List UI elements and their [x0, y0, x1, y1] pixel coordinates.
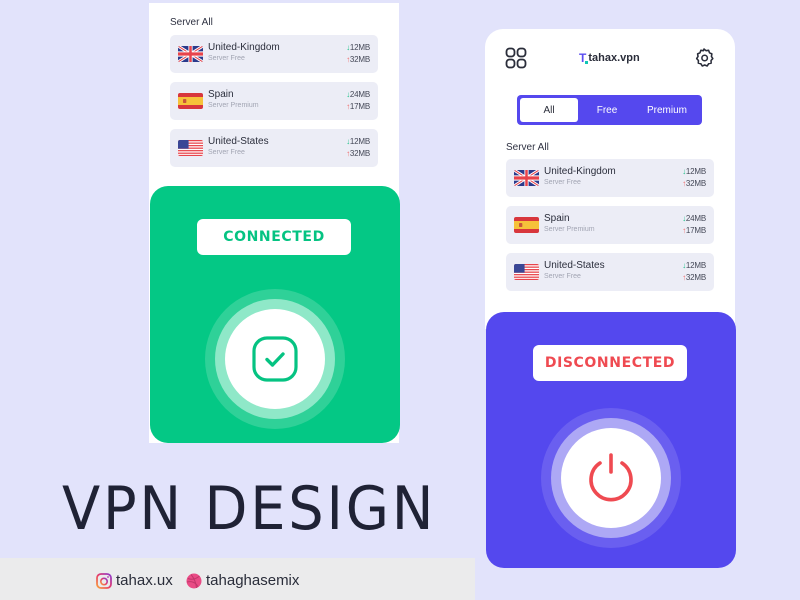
- instagram-link[interactable]: tahax.ux: [96, 572, 173, 589]
- tab-all[interactable]: All: [520, 98, 578, 122]
- download-value: 12MB: [685, 167, 706, 176]
- download-speed: ↓24MB: [346, 90, 370, 99]
- upload-value: 32MB: [349, 149, 370, 158]
- us-flag-icon: [178, 140, 203, 156]
- download-value: 24MB: [685, 214, 706, 223]
- section-title: Server All: [170, 17, 213, 28]
- download-speed: ↓12MB: [346, 137, 370, 146]
- download-speed: ↓12MB: [682, 261, 706, 270]
- server-item-spain[interactable]: Spain Server Premium ↓24MB ↑17MB: [506, 206, 714, 244]
- grid-icon: [505, 47, 527, 69]
- upload-value: 32MB: [685, 273, 706, 282]
- server-item-spain[interactable]: Spain Server Premium ↓24MB ↑17MB: [170, 82, 378, 120]
- upload-speed: ↑32MB: [682, 273, 706, 282]
- connection-panel-disconnected: DISCONNECTED: [486, 312, 736, 568]
- uk-flag-icon: [514, 170, 539, 186]
- brand-name: tahax.vpn: [588, 52, 640, 64]
- server-tier: Server Free: [208, 55, 245, 62]
- spain-flag-icon: [178, 93, 203, 109]
- uk-flag-icon: [178, 46, 203, 62]
- spain-flag-icon: [514, 217, 539, 233]
- download-speed: ↓24MB: [682, 214, 706, 223]
- dribbble-link[interactable]: tahaghasemix: [186, 572, 299, 589]
- power-button[interactable]: [561, 428, 661, 528]
- tab-free[interactable]: Free: [578, 98, 636, 122]
- instagram-icon: [96, 572, 112, 589]
- server-tier: Server Free: [544, 179, 581, 186]
- server-name: United-Kingdom: [208, 42, 280, 53]
- footer: tahax.ux tahaghasemix: [0, 558, 475, 600]
- download-value: 24MB: [349, 90, 370, 99]
- server-filter-tabs: All Free Premium: [517, 95, 702, 125]
- server-item-united-kingdom[interactable]: United-Kingdom Server Free ↓12MB ↑32MB: [170, 35, 378, 73]
- upload-speed: ↑32MB: [346, 55, 370, 64]
- upload-value: 32MB: [685, 179, 706, 188]
- server-name: Spain: [208, 89, 234, 100]
- server-item-united-states[interactable]: United-States Server Free ↓12MB ↑32MB: [506, 253, 714, 291]
- page-title: VPN DESIGN: [62, 474, 437, 544]
- right-phone-screen: T tahax.vpn All Free Premium Server All …: [485, 29, 735, 329]
- server-tier: Server Premium: [544, 226, 595, 233]
- upload-speed: ↑17MB: [346, 102, 370, 111]
- server-name: Spain: [544, 213, 570, 224]
- download-value: 12MB: [349, 43, 370, 52]
- status-badge-connected: CONNECTED: [197, 219, 351, 255]
- settings-button[interactable]: [692, 46, 716, 70]
- connect-toggle-button[interactable]: [225, 309, 325, 409]
- upload-speed: ↑17MB: [682, 226, 706, 235]
- download-value: 12MB: [349, 137, 370, 146]
- tab-premium[interactable]: Premium: [636, 98, 698, 122]
- server-name: United-Kingdom: [544, 166, 616, 177]
- dribbble-handle: tahaghasemix: [206, 572, 300, 589]
- us-flag-icon: [514, 264, 539, 280]
- upload-speed: ↑32MB: [682, 179, 706, 188]
- server-item-united-states[interactable]: United-States Server Free ↓12MB ↑32MB: [170, 129, 378, 167]
- logo-mark-icon: T: [579, 51, 589, 65]
- upload-value: 32MB: [349, 55, 370, 64]
- server-tier: Server Premium: [208, 102, 259, 109]
- check-square-icon: [252, 336, 298, 382]
- server-name: United-States: [544, 260, 605, 271]
- gear-icon: [695, 48, 714, 67]
- power-icon: [589, 453, 633, 502]
- upload-value: 17MB: [349, 102, 370, 111]
- status-badge-disconnected: DISCONNECTED: [533, 345, 687, 381]
- download-speed: ↓12MB: [346, 43, 370, 52]
- brand-logo: T tahax.vpn: [579, 51, 640, 65]
- dribbble-icon: [186, 573, 202, 588]
- server-tier: Server Free: [208, 149, 245, 156]
- menu-button[interactable]: [504, 46, 528, 70]
- server-item-united-kingdom[interactable]: United-Kingdom Server Free ↓12MB ↑32MB: [506, 159, 714, 197]
- download-value: 12MB: [685, 261, 706, 270]
- connection-panel-connected: CONNECTED: [150, 186, 400, 443]
- server-tier: Server Free: [544, 273, 581, 280]
- server-name: United-States: [208, 136, 269, 147]
- upload-value: 17MB: [685, 226, 706, 235]
- instagram-handle: tahax.ux: [116, 572, 173, 589]
- download-speed: ↓12MB: [682, 167, 706, 176]
- section-title: Server All: [506, 142, 549, 153]
- upload-speed: ↑32MB: [346, 149, 370, 158]
